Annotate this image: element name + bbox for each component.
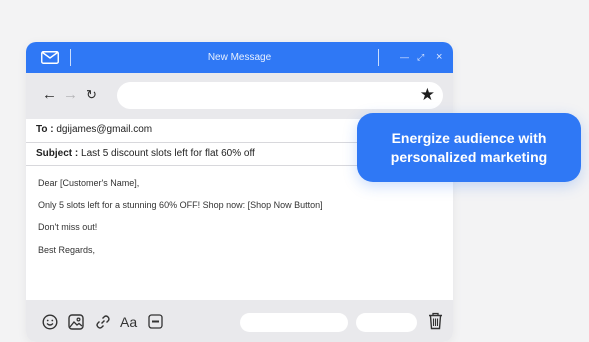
to-field[interactable]: To : dgijames@gmail.com (36, 124, 152, 135)
title-separator (378, 49, 379, 66)
body-line: Best Regards, (38, 245, 96, 255)
body-line: Don't miss out! (38, 222, 98, 232)
subject-field[interactable]: Subject : Last 5 discount slots left for… (36, 148, 255, 159)
expand-button[interactable]: ⤢ (417, 42, 424, 73)
link-icon[interactable] (95, 314, 111, 330)
forward-button[interactable]: → (63, 86, 78, 104)
body-line: Only 5 slots left for a stunning 60% OFF… (38, 200, 323, 210)
send-button[interactable] (240, 313, 348, 332)
format-icon[interactable]: Aa (120, 313, 137, 331)
bookmark-star-icon[interactable]: ★ (420, 85, 435, 105)
schedule-button[interactable] (356, 313, 417, 332)
subject-value: Last 5 discount slots left for flat 60% … (81, 148, 255, 159)
gif-icon[interactable] (148, 314, 163, 329)
close-button[interactable]: × (436, 42, 442, 73)
subject-label: Subject : (36, 148, 79, 159)
callout-line-1: Energize audience with (391, 129, 547, 146)
minimize-button[interactable]: — (400, 42, 409, 73)
compose-toolbar: Aa (26, 300, 453, 342)
to-value: dgijames@gmail.com (56, 124, 153, 135)
window-title: New Message (207, 52, 272, 63)
back-button[interactable]: ← (42, 86, 57, 104)
address-bar[interactable]: ★ (117, 82, 443, 109)
marketing-callout: Energize audience with personalized mark… (357, 113, 581, 182)
emoji-icon[interactable] (42, 314, 58, 330)
compose-window: New Message — ⤢ × ← → ↻ ★ To : dgijames@… (26, 42, 453, 342)
to-label: To : (36, 124, 54, 135)
body-line: Dear [Customer's Name], (38, 178, 140, 188)
image-icon[interactable] (68, 314, 84, 330)
title-bar: New Message — ⤢ × (26, 42, 453, 73)
callout-line-2: personalized marketing (390, 148, 548, 165)
trash-icon[interactable] (428, 312, 443, 330)
reload-button[interactable]: ↻ (86, 86, 97, 104)
